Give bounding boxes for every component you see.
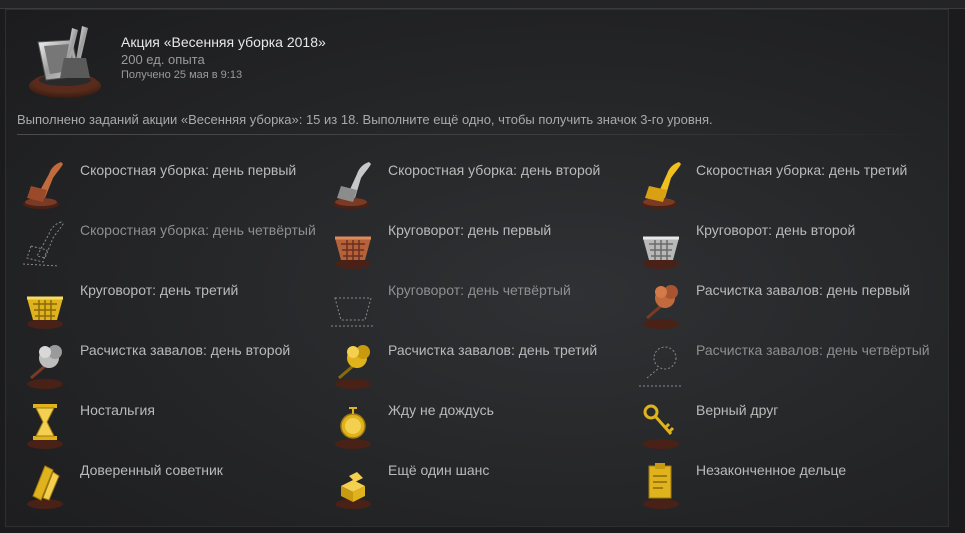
dustpan-broom-icon xyxy=(29,26,101,98)
task-label: Ещё один шанс xyxy=(388,462,490,478)
broom-outline-icon xyxy=(22,221,64,267)
task-item: Скоростная уборка: день первый xyxy=(17,156,317,212)
silver-basket-icon xyxy=(643,236,679,269)
task-label: Расчистка завалов: день четвёртый xyxy=(696,342,930,358)
badge-title: Акция «Весенняя уборка 2018» xyxy=(121,34,326,50)
silver-broom-icon xyxy=(333,162,371,209)
task-label: Незаконченное дельце xyxy=(696,462,847,478)
task-item: Скоростная уборка: день третий xyxy=(633,156,933,212)
task-item: Доверенный советник xyxy=(17,456,317,512)
task-item: Ещё один шанс xyxy=(325,456,625,512)
task-item: Расчистка завалов: день первый xyxy=(633,276,933,332)
task-item: Круговорот: день третий xyxy=(17,276,317,332)
bronze-basket-icon xyxy=(335,236,371,269)
divider xyxy=(17,134,939,135)
silver-duster-icon xyxy=(27,345,63,389)
basket-outline-icon xyxy=(331,297,375,327)
task-item: Круговорот: день первый xyxy=(325,216,625,272)
task-item: Верный друг xyxy=(633,396,933,452)
badge-header: Акция «Весенняя уборка 2018» 200 ед. опы… xyxy=(20,22,620,102)
top-strip xyxy=(0,0,965,9)
task-label: Круговорот: день первый xyxy=(388,222,552,238)
task-label: Скоростная уборка: день четвёртый xyxy=(80,222,316,238)
key-icon xyxy=(643,404,679,449)
badge-xp: 200 ед. опыта xyxy=(121,52,205,67)
task-item: Расчистка завалов: день четвёртый xyxy=(633,336,933,392)
hourglass-icon xyxy=(27,404,63,449)
task-label: Расчистка завалов: день третий xyxy=(388,342,598,358)
bronze-broom-icon xyxy=(23,162,63,209)
task-label: Скоростная уборка: день третий xyxy=(696,162,908,178)
badge-unlock-date: Получено 25 мая в 9:13 xyxy=(121,69,243,81)
scroll-icon xyxy=(27,465,63,509)
task-label: Верный друг xyxy=(696,402,779,418)
task-label: Доверенный советник xyxy=(80,462,223,478)
task-label: Скоростная уборка: день первый xyxy=(80,162,297,178)
task-item: Незаконченное дельце xyxy=(633,456,933,512)
page-edge xyxy=(951,9,965,527)
gold-broom-icon xyxy=(641,162,681,209)
task-label: Круговорот: день третий xyxy=(80,282,239,298)
pocket-watch-icon xyxy=(335,407,371,449)
task-item: Ностальгия xyxy=(17,396,317,452)
clipboard-icon xyxy=(643,463,679,509)
duster-outline-icon xyxy=(639,346,683,387)
bronze-duster-icon xyxy=(643,285,679,329)
gold-basket-icon xyxy=(27,296,63,329)
task-item: Расчистка завалов: день второй xyxy=(17,336,317,392)
progress-text: Выполнено заданий акции «Весенняя уборка… xyxy=(17,112,713,127)
gold-duster-icon xyxy=(335,345,371,389)
dice-icon xyxy=(335,472,371,509)
task-label: Расчистка завалов: день второй xyxy=(80,342,291,358)
task-item: Жду не дождусь xyxy=(325,396,625,452)
task-item: Круговорот: день второй xyxy=(633,216,933,272)
task-label: Жду не дождусь xyxy=(388,402,494,418)
task-label: Скоростная уборка: день второй xyxy=(388,162,601,178)
task-label: Ностальгия xyxy=(80,402,155,418)
task-label: Круговорот: день четвёртый xyxy=(388,282,571,298)
task-label: Круговорот: день второй xyxy=(696,222,856,238)
task-item: Скоростная уборка: день второй xyxy=(325,156,625,212)
task-item: Круговорот: день четвёртый xyxy=(325,276,625,332)
task-label: Расчистка завалов: день первый xyxy=(696,282,911,298)
task-item: Скоростная уборка: день четвёртый xyxy=(17,216,317,272)
badge-detail-panel: Акция «Весенняя уборка 2018» 200 ед. опы… xyxy=(5,9,949,527)
task-item: Расчистка завалов: день третий xyxy=(325,336,625,392)
